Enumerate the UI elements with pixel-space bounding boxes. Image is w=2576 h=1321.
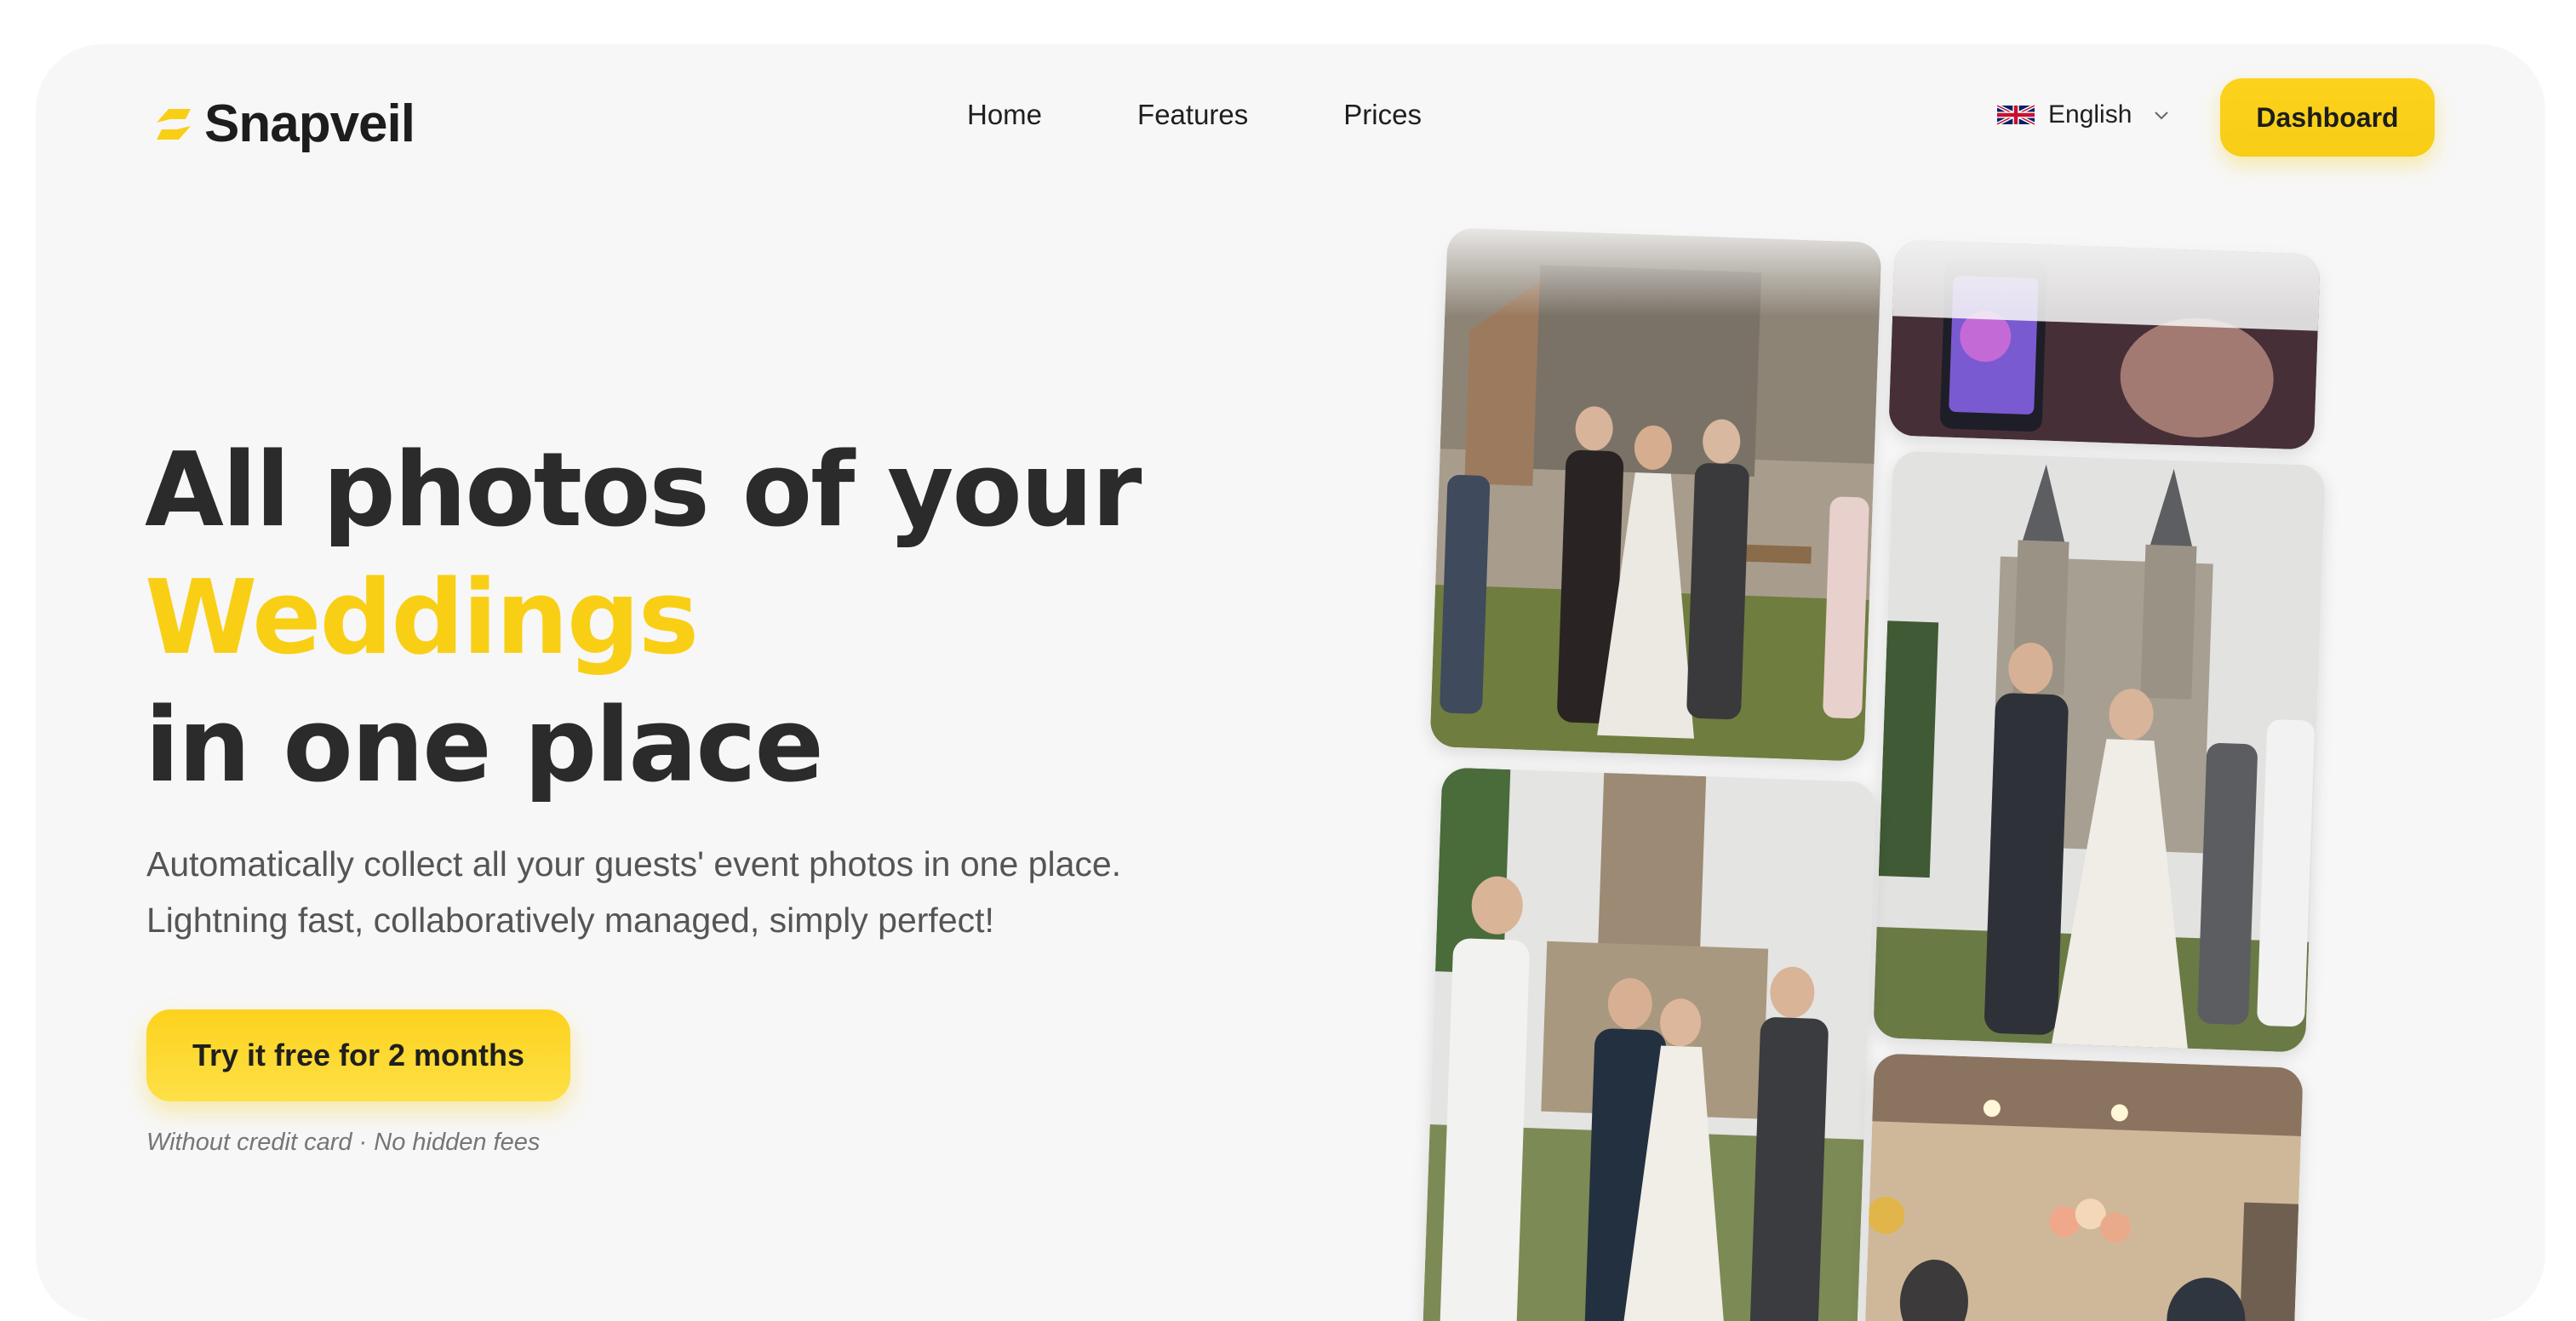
brand-name: Snapveil <box>204 94 415 153</box>
hero-subtitle: Automatically collect all your guests' e… <box>146 836 1270 948</box>
dashboard-button[interactable]: Dashboard <box>2220 78 2435 157</box>
couple-cathedral-photo <box>1873 450 2326 1053</box>
hero-line-1: All photos of your <box>145 432 1142 550</box>
try-free-button[interactable]: Try it free for 2 months <box>146 1009 570 1101</box>
nav-prices[interactable]: Prices <box>1343 99 1422 131</box>
language-label: English <box>2048 100 2132 129</box>
cta-note: Without credit card · No hidden fees <box>146 1129 541 1156</box>
language-selector[interactable]: English <box>1997 100 2171 129</box>
nav-home[interactable]: Home <box>967 99 1042 131</box>
hero-highlight: Weddings <box>145 559 699 678</box>
chevron-down-icon <box>2155 112 2169 120</box>
wedding-church-photo <box>1421 767 1877 1321</box>
party-room-photo <box>1864 1053 2304 1321</box>
uk-flag-icon <box>1997 104 2035 126</box>
snapveil-logo-icon <box>157 108 191 140</box>
nav-features[interactable]: Features <box>1137 99 1248 131</box>
subtitle-line-2: Lightning fast, collaboratively managed,… <box>146 901 994 940</box>
subtitle-line-1: Automatically collect all your guests' e… <box>146 844 1122 884</box>
main-nav: Home Features Prices <box>967 99 1422 131</box>
page-card: Snapveil Home Features Prices English Da… <box>36 44 2545 1321</box>
gallery-top-fade <box>1398 214 2419 317</box>
logo[interactable]: Snapveil <box>152 94 415 154</box>
hero-line-3: in one place <box>145 687 824 805</box>
hero-title: All photos of your Weddings in one place <box>145 427 1142 810</box>
